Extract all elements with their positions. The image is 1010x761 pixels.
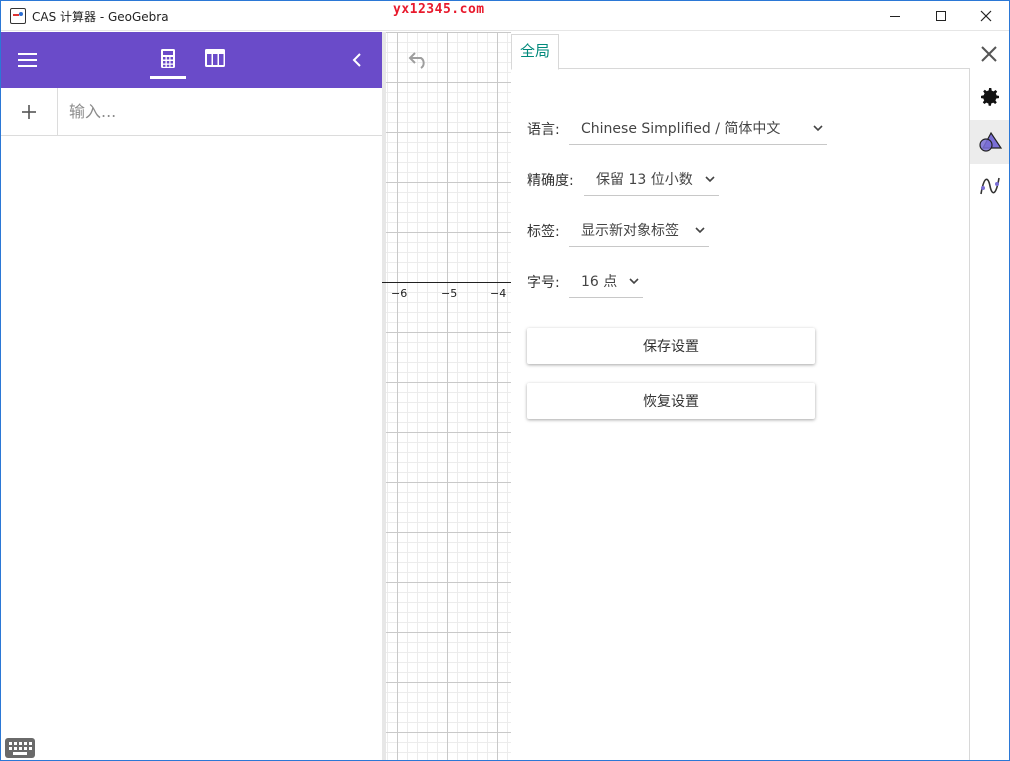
maximize-icon	[935, 10, 946, 21]
tab-table-view[interactable]	[204, 48, 228, 72]
precision-label: 精确度:	[527, 173, 574, 189]
labeling-dropdown[interactable]: 显示新对象标签	[569, 213, 709, 247]
algebra-panel	[1, 32, 382, 760]
language-label: 语言:	[527, 122, 560, 138]
settings-sidebar	[970, 69, 1009, 760]
settings-tab-bar: 全局	[511, 32, 970, 70]
calculator-icon	[161, 49, 175, 68]
close-icon	[981, 46, 997, 62]
labeling-label: 标签:	[527, 224, 560, 240]
precision-value: 保留 13 位小数	[596, 171, 693, 188]
table-icon	[205, 49, 225, 67]
chevron-down-icon	[705, 176, 715, 183]
keyboard-toggle-button[interactable]	[5, 738, 35, 758]
sidebar-item-algebra-settings[interactable]	[970, 164, 1009, 208]
sidebar-item-graphics-settings[interactable]	[970, 120, 1009, 164]
algebra-input-row	[1, 88, 382, 136]
gear-icon	[981, 88, 999, 106]
active-tab-indicator	[150, 76, 186, 79]
settings-body: 语言: Chinese Simplified / 简体中文 精确度: 保留 13…	[511, 69, 970, 760]
algebra-input-field[interactable]	[69, 98, 369, 124]
restore-settings-button[interactable]: 恢复设置	[527, 383, 815, 419]
hamburger-icon	[18, 53, 37, 55]
panel-divider[interactable]	[382, 32, 386, 760]
close-icon	[980, 10, 992, 22]
x-tick-label: −4	[490, 287, 507, 300]
chevron-down-icon	[629, 278, 639, 285]
minimize-icon	[889, 15, 900, 17]
close-settings-button[interactable]	[977, 42, 1001, 66]
x-axis	[382, 282, 511, 283]
save-settings-button[interactable]: 保存设置	[527, 328, 815, 364]
font-size-dropdown[interactable]: 16 点	[569, 264, 643, 298]
watermark-text: yx12345.com	[393, 2, 485, 17]
precision-dropdown[interactable]: 保留 13 位小数	[584, 162, 719, 196]
chevron-left-icon	[352, 53, 361, 67]
tab-cas-calculator[interactable]	[150, 46, 186, 78]
title-bar: CAS 计算器 - GeoGebra yx12345.com	[1, 1, 1009, 31]
algebra-header	[1, 32, 382, 88]
window-title: CAS 计算器 - GeoGebra	[32, 10, 169, 24]
x-tick-label: −5	[441, 287, 458, 300]
minimize-button[interactable]	[872, 1, 918, 31]
font-size-label: 字号:	[527, 275, 560, 291]
maximize-button[interactable]	[918, 1, 964, 31]
sidebar-item-global-settings[interactable]	[970, 75, 1009, 119]
labeling-value: 显示新对象标签	[581, 222, 679, 239]
shapes-icon	[979, 131, 1003, 152]
geogebra-window: CAS 计算器 - GeoGebra yx12345.com 输入... −6 …	[0, 0, 1010, 761]
chevron-down-icon	[695, 227, 705, 234]
chevron-down-icon	[813, 125, 823, 132]
collapse-panel-button[interactable]	[349, 51, 367, 69]
settings-panel: 全局 语言: Chinese Simplified / 简体中文 精确度: 保留…	[511, 32, 970, 760]
font-size-value: 16 点	[581, 273, 618, 290]
undo-button[interactable]	[406, 51, 430, 69]
language-value: Chinese Simplified / 简体中文	[581, 120, 781, 137]
graphics-view[interactable]: −6 −5 −4	[382, 32, 511, 760]
language-dropdown[interactable]: Chinese Simplified / 简体中文	[569, 111, 827, 145]
undo-icon	[408, 52, 425, 69]
add-input-button[interactable]	[1, 88, 58, 135]
main-menu-button[interactable]	[18, 49, 42, 71]
app-icon	[10, 8, 26, 24]
tab-global[interactable]: 全局	[511, 34, 559, 70]
close-window-button[interactable]	[963, 1, 1009, 31]
function-curve-icon	[980, 177, 1000, 195]
x-tick-label: −6	[391, 287, 408, 300]
plus-icon	[22, 104, 36, 119]
